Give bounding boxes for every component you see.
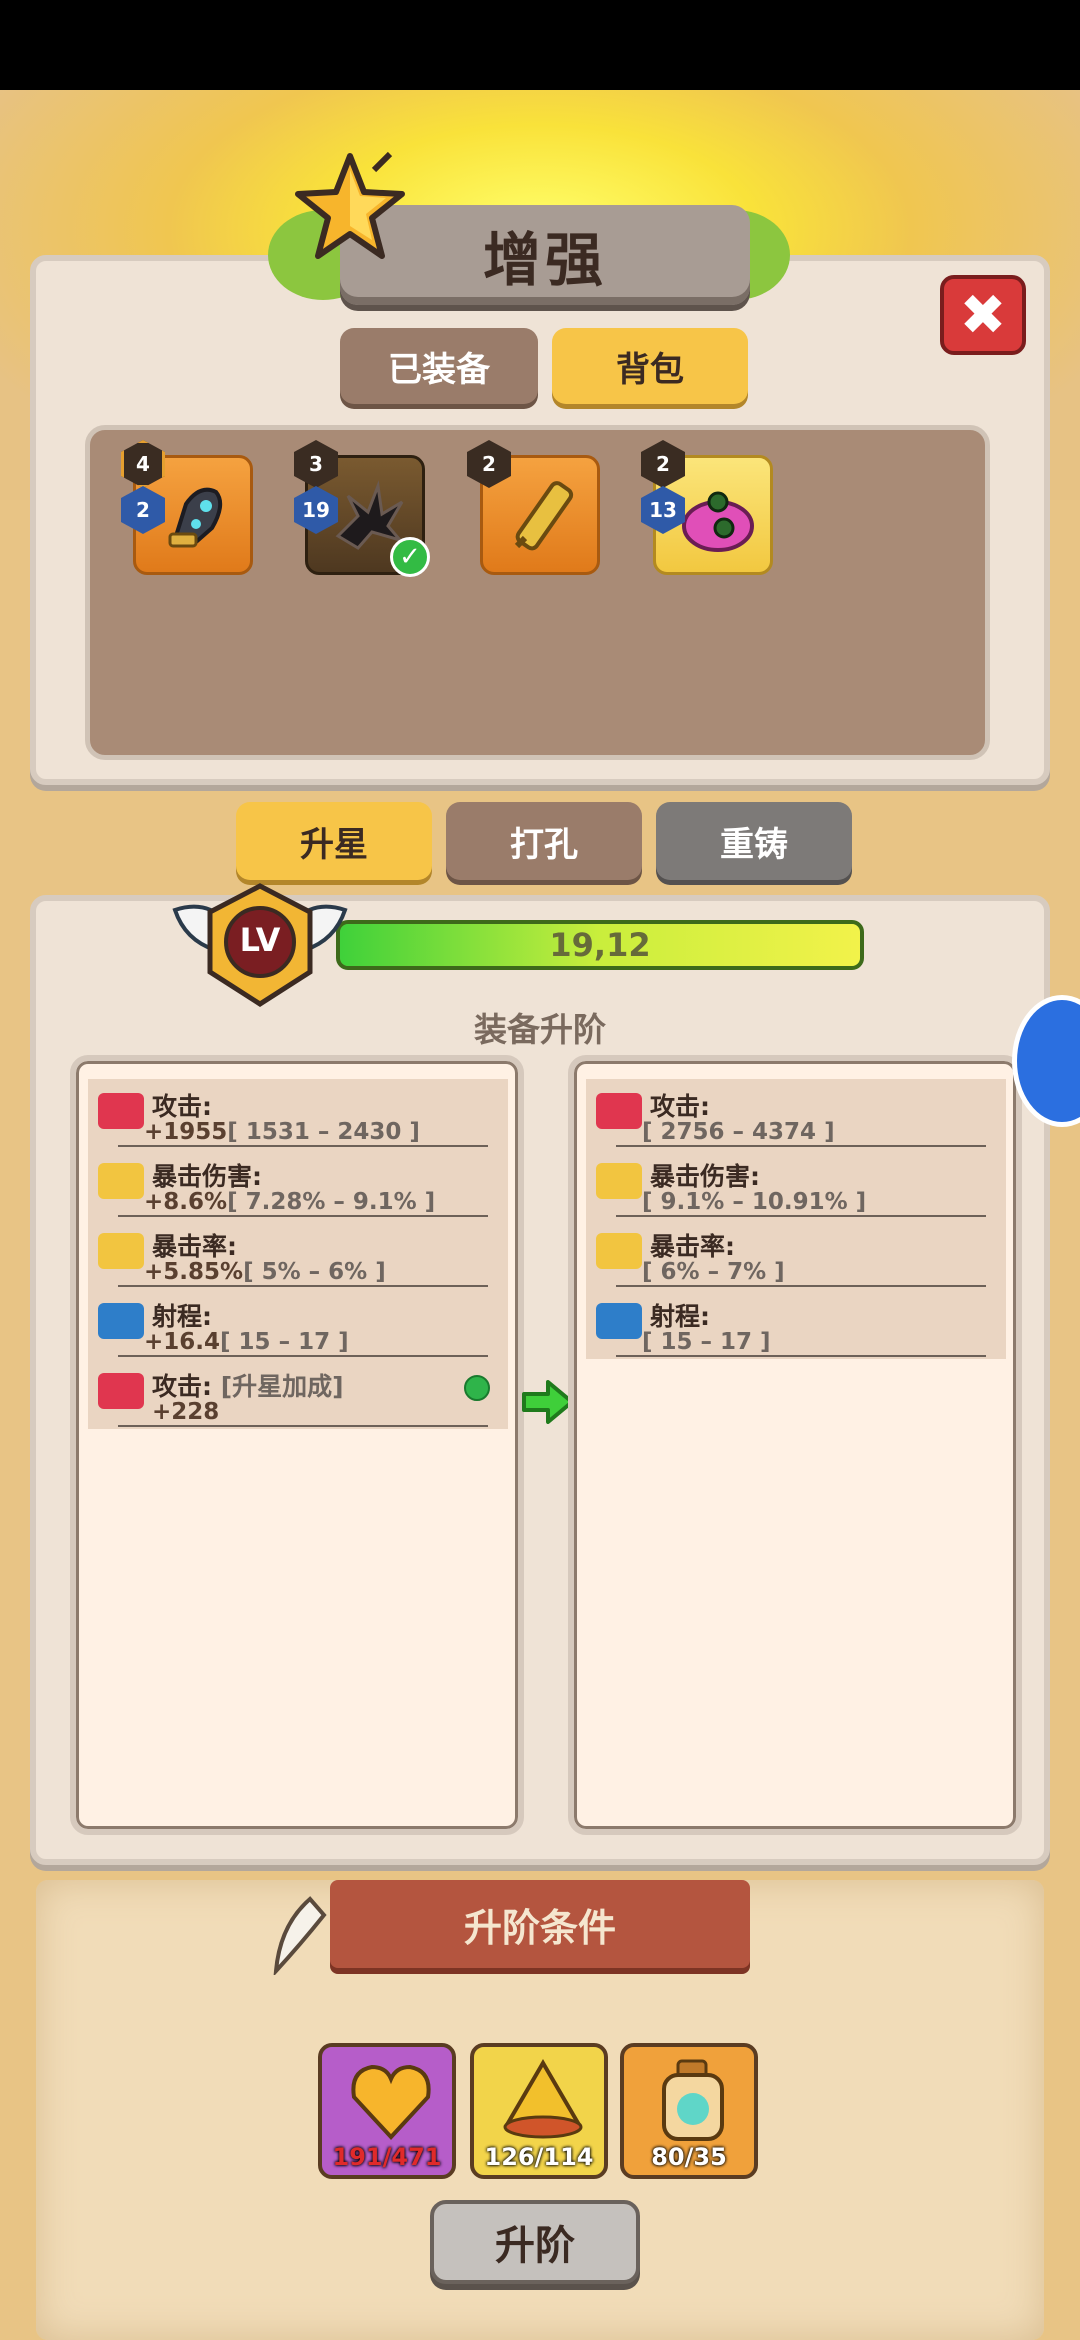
stat-name: 攻击: <box>152 1372 212 1401</box>
section-title: 装备升阶 <box>474 1010 606 1049</box>
stat-value: +5.85% <box>144 1259 244 1285</box>
stat-value: +228 <box>152 1399 220 1425</box>
tab-socket[interactable]: 打孔 <box>446 802 642 880</box>
material-count: 191/471 <box>332 2143 442 2171</box>
stat-range: [ 6% – 7% ] <box>642 1259 785 1285</box>
stat-name: 暴击率: <box>152 1232 237 1261</box>
next-stats-panel: 攻击: [ 2756 – 4374 ] 暴击伤害: [ 9.1% – 10.91… <box>568 1055 1022 1835</box>
stat-row: 暴击率: +5.85%[ 5% – 6% ] <box>88 1219 508 1289</box>
tab-reforge[interactable]: 重铸 <box>656 802 852 880</box>
crit-rate-icon <box>98 1233 144 1269</box>
stat-tag: [升星加成] <box>220 1372 344 1401</box>
crit-rate-icon <box>596 1233 642 1269</box>
stat-value-line: +1955[ 1531 – 2430 ] <box>144 1119 420 1145</box>
arrow-right-icon <box>522 1380 574 1424</box>
attack-icon <box>596 1093 642 1129</box>
requirements-title: 升阶条件 <box>463 1905 616 1950</box>
divider <box>616 1215 986 1217</box>
material-slot[interactable]: 80/35 <box>620 2043 758 2179</box>
status-bar <box>0 0 1080 90</box>
divider <box>118 1215 488 1217</box>
tab-star-up[interactable]: 升星 <box>236 802 432 880</box>
stat-value: +1955 <box>144 1119 228 1145</box>
attack-icon <box>98 1373 144 1409</box>
stat-row: 暴击伤害: [ 9.1% – 10.91% ] <box>586 1149 1006 1219</box>
stat-range: [ 9.1% – 10.91% ] <box>642 1189 867 1215</box>
page-title: 增强 <box>482 226 607 294</box>
stat-name: 暴击率: <box>650 1232 735 1261</box>
star-icon <box>295 151 405 259</box>
stat-range: [ 15 – 17 ] <box>220 1329 349 1355</box>
stat-row: 攻击: +1955[ 1531 – 2430 ] <box>88 1079 508 1149</box>
stat-row: 暴击伤害: +8.6%[ 7.28% – 9.1% ] <box>88 1149 508 1219</box>
progress-text: 19,12 <box>549 926 651 964</box>
current-stats-panel: 攻击: +1955[ 1531 – 2430 ] 暴击伤害: +8.6%[ 7.… <box>70 1055 524 1835</box>
divider <box>616 1285 986 1287</box>
divider <box>118 1285 488 1287</box>
gold-heart-gem-icon <box>351 2064 431 2140</box>
stat-name: 攻击: <box>152 1092 212 1121</box>
requirements-ribbon: 升阶条件 <box>330 1880 750 1968</box>
stat-row: 攻击: [ 2756 – 4374 ] <box>586 1079 1006 1149</box>
material-count: 80/35 <box>651 2143 727 2171</box>
tab-bag[interactable]: 背包 <box>552 328 748 404</box>
crit-damage-icon <box>596 1163 642 1199</box>
status-dot <box>464 1375 490 1401</box>
stat-name: 暴击伤害: <box>650 1162 760 1191</box>
next-stats-list: 攻击: [ 2756 – 4374 ] 暴击伤害: [ 9.1% – 10.91… <box>586 1079 1006 1359</box>
golden-scroll-icon <box>514 481 574 551</box>
attack-icon <box>98 1093 144 1129</box>
material-count: 126/114 <box>484 2143 594 2171</box>
stat-value: +16.4 <box>144 1329 221 1355</box>
divider <box>616 1355 986 1357</box>
divider <box>118 1145 488 1147</box>
potion-bottle-icon <box>662 2059 724 2141</box>
fang-icon <box>273 1896 327 1975</box>
stat-row: 攻击: [升星加成] +228 <box>88 1359 508 1429</box>
stat-name: 暴击伤害: <box>152 1162 262 1191</box>
stat-name-line: 攻击: [升星加成] <box>152 1367 344 1403</box>
stat-row: 暴击率: [ 6% – 7% ] <box>586 1219 1006 1289</box>
material-slot[interactable]: 126/114 <box>470 2043 608 2179</box>
stat-row: 射程: [ 15 – 17 ] <box>586 1289 1006 1359</box>
level-badge-text: LV <box>239 921 281 959</box>
material-slot[interactable]: 191/471 <box>318 2043 456 2179</box>
stat-value-line: +8.6%[ 7.28% – 9.1% ] <box>144 1189 435 1215</box>
stat-name: 射程: <box>650 1302 710 1331</box>
gauntlet-icon <box>168 487 223 548</box>
divider <box>616 1145 986 1147</box>
divider <box>118 1355 488 1357</box>
stat-range: [ 15 – 17 ] <box>642 1329 771 1355</box>
tab-equipped[interactable]: 已装备 <box>340 328 538 404</box>
stat-name: 射程: <box>152 1302 212 1331</box>
upgrade-button[interactable]: 升阶 <box>430 2200 640 2284</box>
stat-range: [ 1531 – 2430 ] <box>227 1119 420 1145</box>
stat-range: [ 7.28% – 9.1% ] <box>227 1189 436 1215</box>
stat-name: 攻击: <box>650 1092 710 1121</box>
stat-range: [ 2756 – 4374 ] <box>642 1119 835 1145</box>
gold-pile-icon <box>503 2059 583 2139</box>
stat-value: +8.6% <box>144 1189 228 1215</box>
stat-value-line: +5.85%[ 5% – 6% ] <box>144 1259 386 1285</box>
range-icon <box>98 1303 144 1339</box>
close-icon: ✖ <box>959 282 1007 348</box>
stat-range: [ 5% – 6% ] <box>243 1259 386 1285</box>
progress-bar: 19,12 <box>336 920 864 970</box>
close-button[interactable]: ✖ <box>940 275 1026 355</box>
divider <box>118 1425 488 1427</box>
stat-value-line: +16.4[ 15 – 17 ] <box>144 1329 349 1355</box>
range-icon <box>596 1303 642 1339</box>
equipped-check-icon: ✓ <box>390 537 430 577</box>
pink-bag-icon <box>682 491 754 552</box>
stat-row: 射程: +16.4[ 15 – 17 ] <box>88 1289 508 1359</box>
crit-damage-icon <box>98 1163 144 1199</box>
current-stats-list: 攻击: +1955[ 1531 – 2430 ] 暴击伤害: +8.6%[ 7.… <box>88 1079 508 1429</box>
